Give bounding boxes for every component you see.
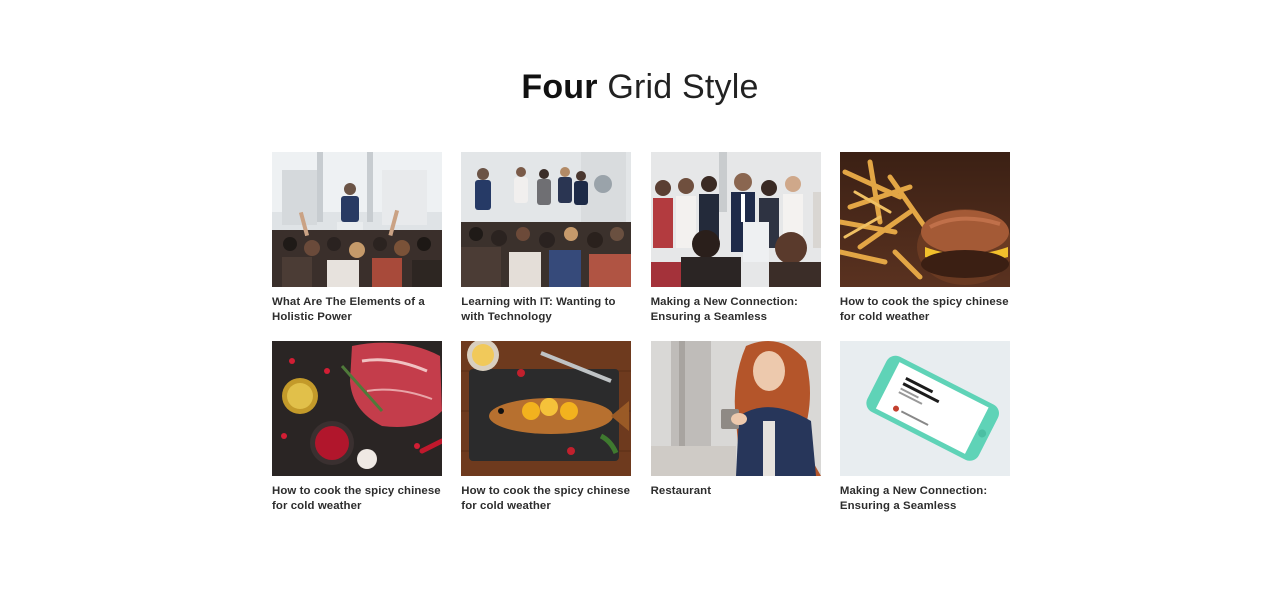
- card-title[interactable]: Restaurant: [651, 484, 821, 499]
- four-grid: What Are The Elements of a Holistic Powe…: [272, 152, 1010, 515]
- card-image-phone-mockup[interactable]: [839, 341, 1010, 476]
- page-title-light: Grid Style: [607, 68, 759, 106]
- grid-card[interactable]: Restaurant: [650, 341, 821, 515]
- card-image-conference-audience[interactable]: [272, 152, 442, 287]
- card-title[interactable]: How to cook the spicy chinese for cold w…: [840, 295, 1010, 325]
- grid-card[interactable]: Learning with IT: Wanting to with Techno…: [461, 152, 632, 326]
- grid-card[interactable]: How to cook the spicy chinese for cold w…: [461, 341, 632, 515]
- card-title[interactable]: What Are The Elements of a Holistic Powe…: [272, 295, 442, 325]
- card-image-grilled-fish-with-lemon[interactable]: [461, 341, 632, 476]
- grid-card[interactable]: Making a New Connection: Ensuring a Seam…: [839, 341, 1010, 515]
- card-title[interactable]: How to cook the spicy chinese for cold w…: [272, 484, 442, 514]
- card-title[interactable]: Making a New Connection: Ensuring a Seam…: [651, 295, 821, 325]
- grid-card[interactable]: How to cook the spicy chinese for cold w…: [839, 152, 1010, 326]
- grid-card[interactable]: What Are The Elements of a Holistic Powe…: [272, 152, 442, 326]
- grid-card[interactable]: Making a New Connection: Ensuring a Seam…: [650, 152, 821, 326]
- card-title[interactable]: Learning with IT: Wanting to with Techno…: [461, 295, 631, 325]
- card-image-conference-speaker-stage[interactable]: [461, 152, 632, 287]
- card-title[interactable]: How to cook the spicy chinese for cold w…: [461, 484, 631, 514]
- card-image-fries-and-burger[interactable]: [839, 152, 1010, 287]
- card-title[interactable]: Making a New Connection: Ensuring a Seam…: [840, 484, 1010, 514]
- page-title: Four Grid Style: [0, 68, 1280, 107]
- card-image-raw-meat-and-spices[interactable]: [272, 341, 442, 476]
- grid-card[interactable]: How to cook the spicy chinese for cold w…: [272, 341, 442, 515]
- card-image-woman-holding-mug[interactable]: [650, 341, 821, 476]
- card-image-applauding-business-team[interactable]: [650, 152, 821, 287]
- page-title-bold: Four: [521, 68, 598, 106]
